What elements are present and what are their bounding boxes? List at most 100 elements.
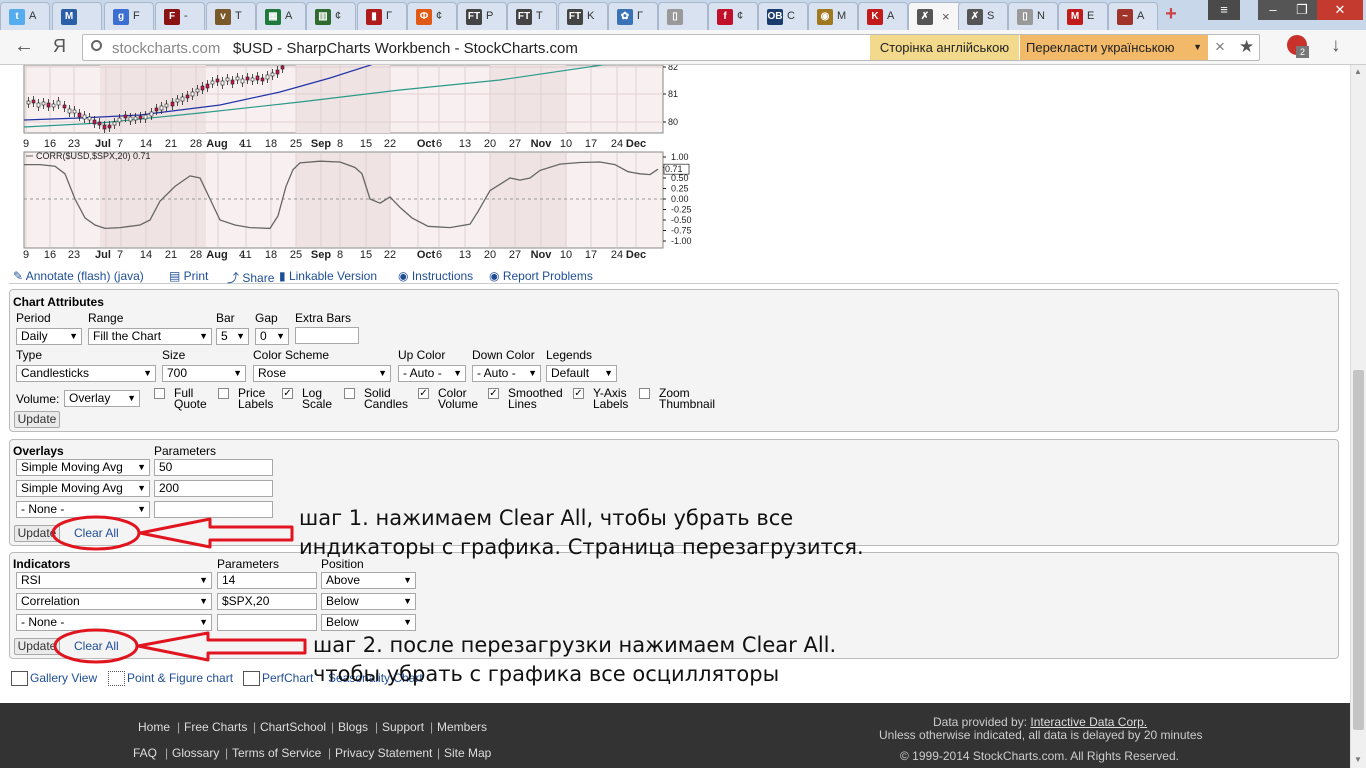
browser-tab[interactable]: tA [0, 2, 50, 30]
browser-tab[interactable]: ✗ S [958, 2, 1008, 30]
indicator-1-select[interactable]: RSI [16, 572, 212, 589]
address-field[interactable]: stockcharts.com $USD - SharpCharts Workb… [82, 34, 1260, 61]
extra-bars-input[interactable] [295, 327, 359, 344]
footer-link[interactable]: Blogs [338, 720, 368, 734]
footer-link[interactable]: Glossary [172, 746, 219, 760]
close-window-button[interactable]: ✕ [1317, 0, 1363, 20]
overlay-2-select[interactable]: Simple Moving Avg [16, 480, 150, 497]
type-select[interactable]: Candlesticks [16, 365, 156, 382]
footer-link[interactable]: ChartSchool [260, 720, 326, 734]
option-checkbox[interactable]: ✓ [488, 388, 499, 399]
indicator-2-parameters[interactable]: $SPX,20 [217, 593, 317, 610]
report-problems-link[interactable]: ◉ Report Problems [489, 269, 593, 283]
browser-tab[interactable]: FT K [558, 2, 608, 30]
minimize-button[interactable]: – [1258, 0, 1288, 20]
option-checkbox[interactable]: ✓ [418, 388, 429, 399]
browser-tab[interactable]: f ¢ [708, 2, 758, 30]
browser-tab[interactable]: ▥ ¢ [306, 2, 356, 30]
overlay-2-parameters[interactable]: 200 [154, 480, 273, 497]
translate-button[interactable]: Перекласти українською ▼ [1020, 35, 1208, 60]
browser-tab[interactable]: ▯ N [1008, 2, 1058, 30]
option-checkbox[interactable] [218, 388, 229, 399]
legends-select[interactable]: Default [546, 365, 617, 382]
back-button[interactable]: ← [14, 35, 34, 58]
option-checkbox[interactable]: ✓ [282, 388, 293, 399]
overlay-1-parameters[interactable]: 50 [154, 459, 273, 476]
data-provider-link[interactable]: Interactive Data Corp. [1030, 715, 1147, 729]
share-link[interactable]: ⤴ Share [227, 269, 274, 286]
browser-tab[interactable]: ✿ Г [608, 2, 658, 30]
option-checkbox[interactable] [639, 388, 650, 399]
translate-close-icon[interactable]: × [1215, 37, 1225, 57]
browser-tab[interactable]: ~ A [1108, 2, 1158, 30]
annotate-link[interactable]: ✎ Annotate (flash) (java) [13, 269, 144, 283]
linkable-version-link[interactable]: ▮ Linkable Version [279, 269, 377, 283]
point-figure-link[interactable]: Point & Figure chart [108, 671, 233, 687]
indicator-2-position[interactable]: Below [321, 593, 416, 610]
footer-link[interactable]: Terms of Service [232, 746, 321, 760]
browser-tab[interactable]: ▯ [658, 2, 708, 30]
up-color-select[interactable]: - Auto - [398, 365, 466, 382]
footer-link[interactable]: Privacy Statement [335, 746, 432, 760]
page-scrollbar[interactable]: ▲ ▼ [1350, 65, 1366, 768]
footer-link[interactable]: FAQ [133, 746, 157, 760]
browser-tab[interactable]: M [52, 2, 102, 30]
bookmark-star-icon[interactable]: ★ [1239, 37, 1254, 57]
indicator-3-parameters[interactable] [217, 614, 317, 631]
overlay-3-parameters[interactable] [154, 501, 273, 518]
indicators-clear-all-button[interactable]: Clear All [74, 639, 119, 653]
option-checkbox[interactable] [154, 388, 165, 399]
close-tab-icon[interactable]: × [942, 9, 950, 24]
menu-icon[interactable]: ≡ [1208, 0, 1240, 20]
browser-tab[interactable]: vT [206, 2, 256, 30]
range-select[interactable]: Fill the Chart [88, 328, 212, 345]
browser-tab[interactable]: FT P [457, 2, 507, 30]
overlays-clear-all-button[interactable]: Clear All [74, 526, 119, 540]
browser-tab[interactable]: KA [858, 2, 908, 30]
browser-tab[interactable]: ▦ A [256, 2, 306, 30]
attributes-update-button[interactable]: Update [14, 411, 60, 428]
scroll-down-icon[interactable]: ▼ [1354, 755, 1362, 764]
period-select[interactable]: Daily [16, 328, 82, 345]
bar-select[interactable]: 5 [216, 328, 249, 345]
scroll-up-icon[interactable]: ▲ [1354, 67, 1362, 76]
gallery-view-link[interactable]: Gallery View [11, 671, 97, 687]
scrollbar-thumb[interactable] [1353, 370, 1364, 730]
browser-tab[interactable]: F- [155, 2, 205, 30]
translate-dropdown-icon[interactable]: ▼ [1193, 35, 1202, 60]
down-color-select[interactable]: - Auto - [472, 365, 541, 382]
browser-tab[interactable]: ME [1058, 2, 1108, 30]
translate-original-button[interactable]: Сторінка англійською [870, 35, 1019, 60]
footer-link[interactable]: Support [382, 720, 424, 734]
browser-tab[interactable]: ▮ Г [357, 2, 407, 30]
instructions-link[interactable]: ◉ Instructions [398, 269, 473, 283]
indicator-1-position[interactable]: Above [321, 572, 416, 589]
perfchart-link[interactable]: PerfChart [243, 671, 313, 687]
browser-tab[interactable]: gF [104, 2, 154, 30]
adblock-icon[interactable]: 2 [1287, 35, 1309, 58]
indicators-update-button[interactable]: Update [14, 638, 60, 655]
page-info-icon[interactable] [91, 40, 102, 51]
browser-tab[interactable]: FT T [507, 2, 557, 30]
gap-select[interactable]: 0 [255, 328, 289, 345]
color-scheme-select[interactable]: Rose [253, 365, 391, 382]
indicator-3-position[interactable]: Below [321, 614, 416, 631]
indicator-1-parameters[interactable]: 14 [217, 572, 317, 589]
overlay-3-select[interactable]: - None - [16, 501, 150, 518]
indicator-3-select[interactable]: - None - [16, 614, 212, 631]
option-checkbox[interactable]: ✓ [573, 388, 584, 399]
option-checkbox[interactable] [344, 388, 355, 399]
yandex-icon[interactable]: Я [53, 36, 66, 57]
footer-link[interactable]: Home [138, 720, 170, 734]
footer-link[interactable]: Site Map [444, 746, 491, 760]
new-tab-button[interactable]: + [1162, 4, 1180, 24]
browser-tab[interactable]: Ф ¢ [407, 2, 457, 30]
print-link[interactable]: ▤ Print [169, 269, 208, 283]
browser-tab[interactable]: ✗ × [908, 2, 962, 30]
overlay-1-select[interactable]: Simple Moving Avg [16, 459, 150, 476]
maximize-button[interactable]: ❐ [1287, 0, 1317, 20]
overlays-update-button[interactable]: Update [14, 525, 60, 542]
size-select[interactable]: 700 [162, 365, 246, 382]
footer-link[interactable]: Members [437, 720, 487, 734]
footer-link[interactable]: Free Charts [184, 720, 247, 734]
